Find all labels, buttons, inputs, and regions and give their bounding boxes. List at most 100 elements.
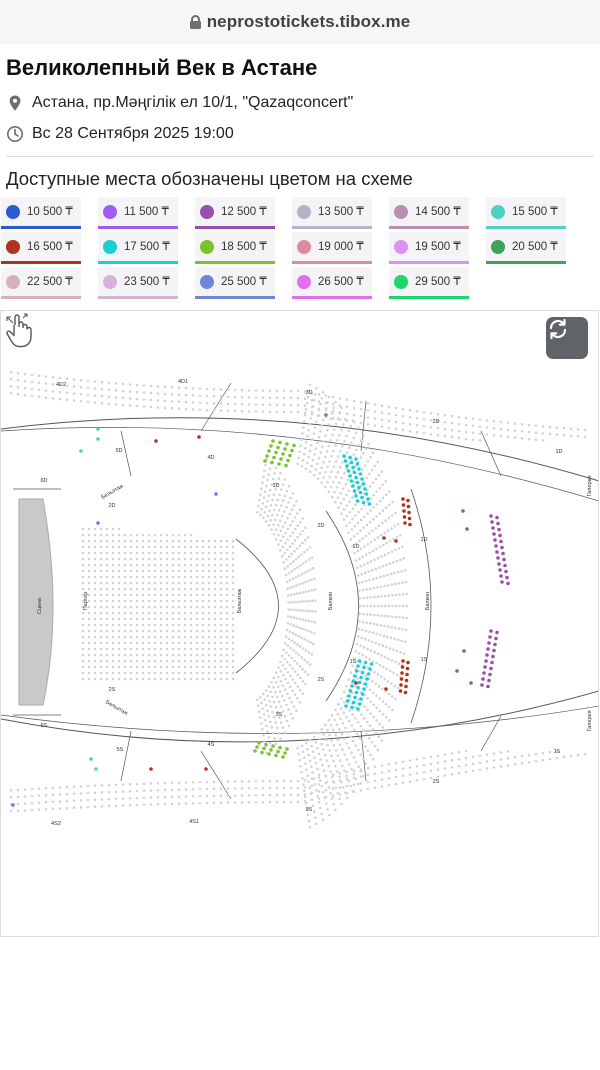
seat[interactable] <box>363 682 368 686</box>
seat[interactable] <box>288 453 292 458</box>
seat[interactable] <box>356 707 360 711</box>
seat[interactable] <box>488 672 492 677</box>
seat[interactable] <box>270 460 274 465</box>
seat[interactable] <box>357 659 362 663</box>
seat[interactable] <box>497 527 501 532</box>
seat[interactable] <box>367 502 372 506</box>
seat[interactable] <box>204 767 208 771</box>
seat[interactable] <box>496 556 500 560</box>
seat[interactable] <box>504 569 508 574</box>
seat[interactable] <box>279 457 283 461</box>
seat[interactable] <box>349 460 354 465</box>
seat[interactable] <box>493 642 497 647</box>
seat[interactable] <box>455 669 459 673</box>
seat[interactable] <box>271 439 275 443</box>
seat[interactable] <box>79 449 83 453</box>
seat[interactable] <box>502 557 506 562</box>
seat[interactable] <box>369 662 374 666</box>
seat[interactable] <box>265 454 269 458</box>
seat[interactable] <box>354 681 358 685</box>
seat[interactable] <box>285 747 289 751</box>
seat[interactable] <box>492 532 496 536</box>
seat[interactable] <box>281 755 285 759</box>
seat[interactable] <box>489 629 493 633</box>
seat[interactable] <box>357 702 362 706</box>
legend-item[interactable]: 16 500 ₸ <box>1 232 81 264</box>
seat[interactable] <box>361 482 366 486</box>
seat[interactable] <box>357 467 361 471</box>
seat[interactable] <box>490 520 494 524</box>
seating-map[interactable]: Сцена4D2 4D13D2D1D5D4D3D2D1D6D4S2 4S13S2S1… <box>1 311 599 937</box>
legend-item[interactable]: 17 500 ₸ <box>98 232 178 264</box>
seat[interactable] <box>94 767 98 771</box>
seat[interactable] <box>343 459 348 463</box>
seat[interactable] <box>496 521 500 526</box>
seat[interactable] <box>267 449 271 453</box>
seat[interactable] <box>462 649 466 653</box>
seat[interactable] <box>353 695 357 700</box>
seat[interactable] <box>465 527 469 531</box>
seat[interactable] <box>406 504 411 509</box>
seat[interactable] <box>271 744 275 748</box>
seat[interactable] <box>501 551 505 556</box>
seat[interactable] <box>355 462 360 466</box>
seat[interactable] <box>354 475 358 480</box>
seat[interactable] <box>354 690 359 695</box>
seat[interactable] <box>11 803 15 807</box>
seat[interactable] <box>480 683 484 687</box>
seat[interactable] <box>278 745 282 750</box>
seat[interactable] <box>485 653 489 657</box>
seat[interactable] <box>403 690 408 695</box>
seat[interactable] <box>344 704 348 708</box>
seat[interactable] <box>506 581 510 586</box>
legend-item[interactable]: 25 500 ₸ <box>195 267 275 299</box>
seat[interactable] <box>358 472 363 476</box>
seat[interactable] <box>257 741 261 745</box>
seat[interactable] <box>324 413 328 417</box>
seat[interactable] <box>89 757 93 761</box>
seat[interactable] <box>277 462 281 466</box>
seat[interactable] <box>267 752 271 756</box>
seat[interactable] <box>345 699 350 703</box>
seat[interactable] <box>255 745 259 749</box>
seat[interactable] <box>490 660 494 665</box>
seat[interactable] <box>154 439 158 443</box>
seat[interactable] <box>346 469 351 473</box>
seat[interactable] <box>292 443 296 448</box>
seat[interactable] <box>362 665 366 670</box>
legend-item[interactable]: 14 500 ₸ <box>389 197 469 229</box>
seat[interactable] <box>348 474 352 478</box>
seat[interactable] <box>342 454 346 458</box>
seat[interactable] <box>494 636 498 641</box>
seat[interactable] <box>214 492 218 496</box>
legend-item[interactable]: 18 500 ₸ <box>195 232 275 264</box>
seat[interactable] <box>351 484 355 488</box>
seat[interactable] <box>404 678 409 683</box>
seat[interactable] <box>354 457 358 461</box>
seat[interactable] <box>398 689 403 693</box>
seat[interactable] <box>495 550 499 554</box>
seat[interactable] <box>96 437 100 441</box>
seat[interactable] <box>486 647 490 651</box>
legend-item[interactable]: 23 500 ₸ <box>98 267 178 299</box>
seat[interactable] <box>499 539 503 544</box>
seat[interactable] <box>384 687 388 691</box>
seat[interactable] <box>362 687 366 691</box>
seat[interactable] <box>487 678 491 683</box>
seat[interactable] <box>359 675 363 680</box>
seat[interactable] <box>351 465 355 470</box>
seat[interactable] <box>503 563 507 568</box>
seat[interactable] <box>402 515 407 519</box>
seat[interactable] <box>355 480 360 485</box>
seat[interactable] <box>356 685 360 690</box>
seat[interactable] <box>405 666 410 671</box>
seat[interactable] <box>491 526 495 530</box>
seat[interactable] <box>290 448 294 453</box>
seat[interactable] <box>354 669 359 673</box>
seat[interactable] <box>407 516 412 521</box>
seat[interactable] <box>365 677 369 681</box>
refresh-button[interactable] <box>546 317 588 359</box>
seat[interactable] <box>406 660 410 665</box>
seat[interactable] <box>481 677 485 681</box>
seat[interactable] <box>96 427 100 431</box>
